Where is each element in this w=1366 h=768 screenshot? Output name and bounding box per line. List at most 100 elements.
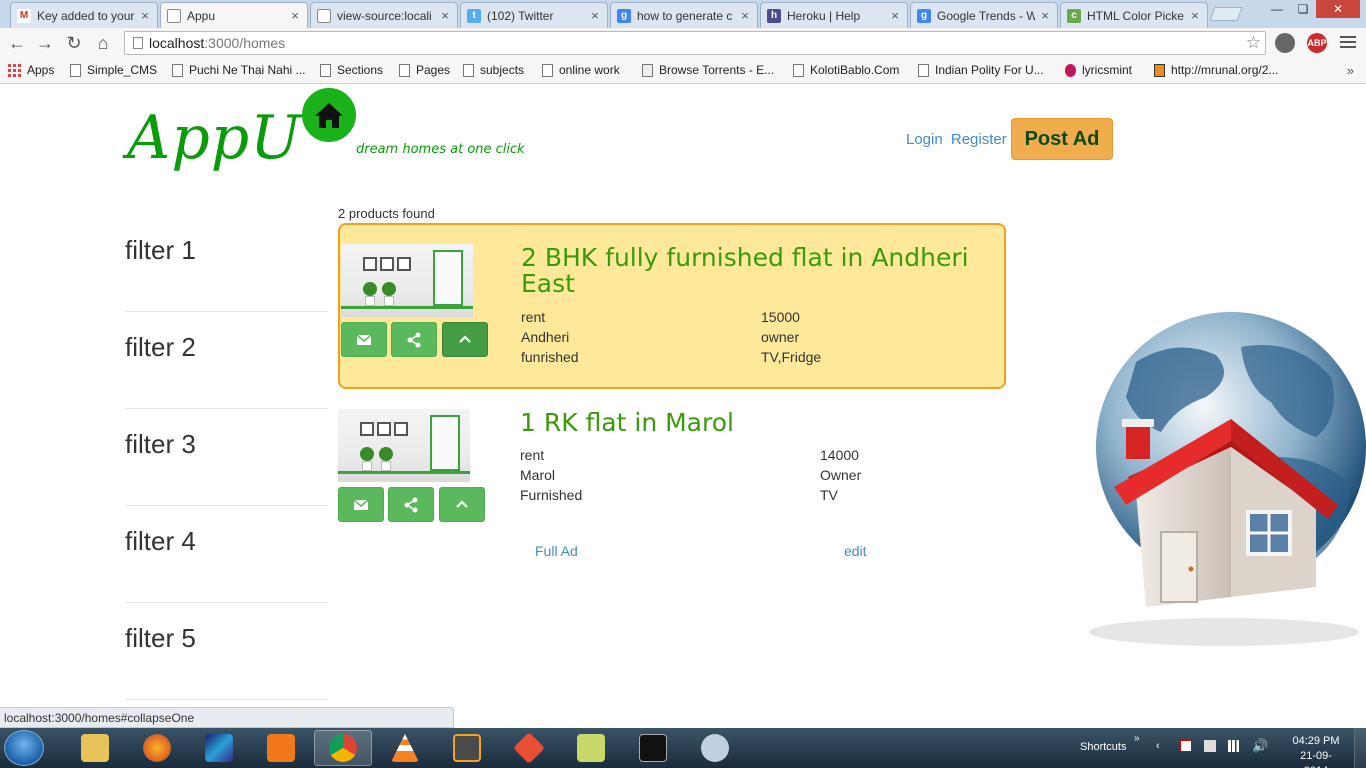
tab-title: Google Trends - W <box>937 8 1035 23</box>
reload-icon[interactable]: ↻ <box>63 32 85 54</box>
post-ad-button[interactable]: Post Ad <box>1011 118 1113 160</box>
bookmark-item[interactable]: http://mrunal.org/2... <box>1154 63 1278 77</box>
forward-arrow-icon[interactable]: → <box>34 32 56 54</box>
tab-color-picker[interactable]: c HTML Color Picke × <box>1060 2 1208 28</box>
close-tab-icon[interactable]: × <box>139 8 151 23</box>
cmd-icon[interactable] <box>624 730 682 766</box>
listing-title[interactable]: 2 BHK fully furnished flat in Andheri Ea… <box>521 245 981 297</box>
shortcuts-toolbar[interactable]: Shortcuts <box>1080 741 1126 753</box>
sticky-notes-icon[interactable] <box>562 730 620 766</box>
share-button[interactable] <box>388 487 434 522</box>
url-host: localhost <box>149 35 205 51</box>
bookmark-label: online work <box>559 63 620 77</box>
close-tab-icon[interactable]: × <box>1189 8 1201 23</box>
close-tab-icon[interactable]: × <box>739 8 751 23</box>
share-button[interactable] <box>391 322 437 357</box>
vlc-icon[interactable] <box>376 730 434 766</box>
tab-gmail[interactable]: M Key added to your × <box>10 2 158 28</box>
system-clock[interactable]: 04:29 PM 21-09-2014 <box>1288 734 1344 768</box>
visual-studio-icon[interactable] <box>190 730 248 766</box>
chevron-left-icon[interactable]: ‹ <box>1156 740 1160 752</box>
explorer-icon[interactable] <box>66 730 124 766</box>
email-button[interactable] <box>338 487 384 522</box>
reel-icon[interactable] <box>1275 33 1295 53</box>
filter-item[interactable]: filter 3 <box>125 409 328 506</box>
git-icon[interactable] <box>500 730 558 766</box>
close-tab-icon[interactable]: × <box>439 8 451 23</box>
chevron-right-icon[interactable]: » <box>1134 733 1140 744</box>
page-icon <box>542 63 553 77</box>
sublime-text-icon[interactable] <box>438 730 496 766</box>
listing-title[interactable]: 1 RK flat in Marol <box>520 410 980 436</box>
full-ad-link[interactable]: Full Ad <box>535 543 578 559</box>
home-icon <box>302 88 356 142</box>
back-arrow-icon[interactable]: ← <box>6 32 28 54</box>
bookmark-item[interactable]: Sections <box>320 63 383 77</box>
bookmark-item[interactable]: Simple_CMS <box>70 63 157 77</box>
tab-google-trends[interactable]: g Google Trends - W × <box>910 2 1058 28</box>
filter-item[interactable]: filter 5 <box>125 603 328 700</box>
bookmark-item[interactable]: Browse Torrents - E... <box>642 63 774 77</box>
tab-twitter[interactable]: t (102) Twitter × <box>460 2 608 28</box>
bookmark-item[interactable]: online work <box>542 63 620 77</box>
close-window-icon[interactable]: ✕ <box>1316 0 1360 18</box>
minimize-icon[interactable]: — <box>1264 0 1290 18</box>
media-player-icon[interactable] <box>252 730 310 766</box>
register-link[interactable]: Register <box>951 131 1007 148</box>
action-center-icon[interactable] <box>1180 740 1192 752</box>
snipping-tool-icon[interactable] <box>686 730 744 766</box>
tab-view-source[interactable]: view-source:locali × <box>310 2 458 28</box>
address-bar-url[interactable]: localhost:3000/homes <box>149 35 285 51</box>
firefox-icon[interactable] <box>128 730 186 766</box>
bookmark-label: Simple_CMS <box>87 63 158 77</box>
home-icon[interactable]: ⌂ <box>92 32 114 54</box>
collapse-button[interactable] <box>442 322 488 357</box>
close-tab-icon[interactable]: × <box>1039 8 1051 23</box>
bookmark-item[interactable]: Indian Polity For U... <box>918 63 1044 77</box>
globe-house-illustration <box>1066 307 1366 647</box>
menu-icon[interactable] <box>1340 36 1356 51</box>
adblock-icon[interactable]: ABP <box>1307 33 1327 53</box>
new-tab-button[interactable] <box>1209 7 1243 21</box>
show-desktop-button[interactable] <box>1354 728 1366 768</box>
filter-item[interactable]: filter 1 <box>125 215 328 312</box>
listing-thumbnail[interactable] <box>338 409 470 482</box>
tab-google-search[interactable]: g how to generate c × <box>610 2 758 28</box>
bookmark-item[interactable]: lyricsmint <box>1065 63 1132 77</box>
chevron-right-icon[interactable]: » <box>1347 63 1354 78</box>
windows-taskbar: Shortcuts » ‹ 🔊 04:29 PM 21-09-2014 <box>0 728 1366 768</box>
listing-owner: owner <box>761 329 800 345</box>
page-icon <box>399 63 410 77</box>
twitter-icon: t <box>467 8 481 23</box>
bookmark-item[interactable]: Puchi Ne Thai Nahi ... <box>172 63 306 77</box>
close-tab-icon[interactable]: × <box>589 8 601 23</box>
bookmark-label: Sections <box>337 63 384 77</box>
filter-item[interactable]: filter 2 <box>125 312 328 409</box>
bookmark-apps[interactable]: Apps <box>8 63 54 77</box>
edit-link[interactable]: edit <box>844 543 867 559</box>
collapse-button[interactable] <box>439 487 485 522</box>
tab-appu[interactable]: Appu × <box>160 2 308 28</box>
email-button[interactable] <box>341 322 387 357</box>
tab-heroku[interactable]: h Heroku | Help × <box>760 2 908 28</box>
apps-icon <box>8 63 21 77</box>
bookmark-item[interactable]: Pages <box>399 63 450 77</box>
bookmark-star-icon[interactable]: ☆ <box>1246 33 1261 53</box>
bookmark-item[interactable]: KolotiBablo.Com <box>793 63 899 77</box>
listing-thumbnail[interactable] <box>341 244 473 317</box>
signal-icon[interactable] <box>1228 740 1242 752</box>
link-status-bubble: localhost:3000/homes#collapseOne <box>0 707 454 728</box>
device-icon[interactable] <box>1204 740 1216 752</box>
chrome-icon[interactable] <box>314 730 372 766</box>
start-button[interactable] <box>4 730 44 766</box>
login-link[interactable]: Login <box>906 131 943 148</box>
maximize-icon[interactable]: ❏ <box>1290 0 1316 18</box>
volume-icon[interactable]: 🔊 <box>1252 738 1268 754</box>
address-bar[interactable]: localhost:3000/homes ☆ <box>124 31 1266 55</box>
close-tab-icon[interactable]: × <box>889 8 901 23</box>
bookmark-item[interactable]: subjects <box>463 63 524 77</box>
close-tab-icon[interactable]: × <box>289 8 301 23</box>
site-logo[interactable]: AppU <box>127 103 302 173</box>
filter-item[interactable]: filter 4 <box>125 506 328 603</box>
listing-card-featured: 2 BHK fully furnished flat in Andheri Ea… <box>338 223 1006 389</box>
